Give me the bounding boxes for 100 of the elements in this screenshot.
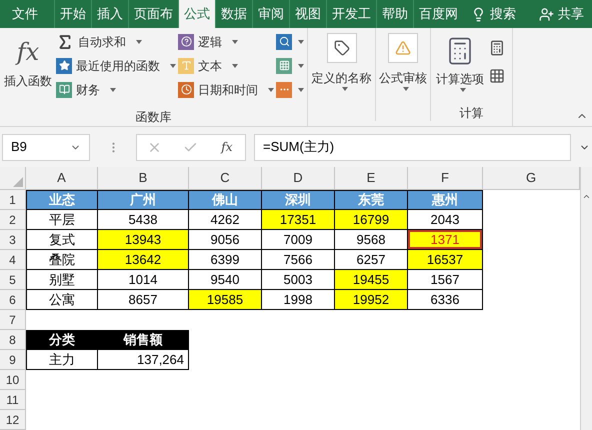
table-cell: 9056 xyxy=(189,230,262,250)
fx-icon: fx xyxy=(12,32,44,72)
table-cell: 6336 xyxy=(408,290,483,310)
table-cell: 8657 xyxy=(98,290,189,310)
table-cell: 16799 xyxy=(335,210,408,230)
table-cell: 业态 xyxy=(26,190,98,210)
text-book-icon xyxy=(178,58,194,74)
math-book-icon xyxy=(276,58,292,74)
table-cell: 6399 xyxy=(189,250,262,270)
column-header[interactable]: B xyxy=(98,167,189,189)
table-cell: 6257 xyxy=(335,250,408,270)
column-header[interactable]: F xyxy=(408,167,483,189)
share-button[interactable]: 共享 xyxy=(539,0,584,28)
table-cell: 2043 xyxy=(408,210,483,230)
vertical-scrollbar[interactable] xyxy=(580,167,592,430)
dropdown-caret-icon xyxy=(232,40,238,44)
defined-names-button[interactable]: 定义的名称 xyxy=(308,28,376,121)
table-cell: 4262 xyxy=(189,210,262,230)
row-header[interactable]: 6 xyxy=(0,290,26,310)
formula-auditing-button[interactable]: 公式审核 xyxy=(376,28,431,121)
row-header[interactable]: 7 xyxy=(0,310,26,330)
row-header[interactable]: 4 xyxy=(0,250,26,270)
table-cell: 5438 xyxy=(98,210,189,230)
row-header[interactable]: 11 xyxy=(0,390,26,410)
table-cell: 13642 xyxy=(98,250,189,270)
function-category-button[interactable] xyxy=(276,32,306,51)
dropdown-caret-icon xyxy=(403,87,409,91)
table-cell: 9540 xyxy=(189,270,262,290)
row-header[interactable]: 12 xyxy=(0,410,26,430)
table-cell: 复式 xyxy=(26,230,98,250)
table-cell: 主力 xyxy=(26,350,98,370)
table-cell: 1567 xyxy=(408,270,483,290)
table-cell: 叠院 xyxy=(26,250,98,270)
dropdown-caret-icon xyxy=(232,64,238,68)
function-category-button[interactable]: 逻辑 xyxy=(178,32,276,51)
table-cell: 1371 xyxy=(408,230,483,250)
function-category-button[interactable] xyxy=(276,80,306,99)
column-header[interactable]: C xyxy=(189,167,262,189)
table-cell: 佛山 xyxy=(189,190,262,210)
table-cell: 分类 xyxy=(26,330,98,350)
function-category-button[interactable] xyxy=(276,56,306,75)
table-cell: 17351 xyxy=(262,210,335,230)
row-header[interactable]: 2 xyxy=(0,210,26,230)
column-header[interactable]: D xyxy=(262,167,335,189)
ribbon-tab[interactable]: 公式 xyxy=(178,0,215,28)
formula-input[interactable]: =SUM(主力) xyxy=(254,134,571,160)
lightbulb-icon xyxy=(471,6,486,22)
name-box[interactable]: B9 xyxy=(2,134,90,160)
table-cell: 5003 xyxy=(262,270,335,290)
function-category-button[interactable]: 文本 xyxy=(178,56,276,75)
table-cell: 7009 xyxy=(262,230,335,250)
insert-function-button[interactable]: fx 插入函数 xyxy=(0,32,56,108)
tell-me-search[interactable]: 搜索 xyxy=(471,0,516,28)
table-cell: 19952 xyxy=(335,290,408,310)
table-cell: 1998 xyxy=(262,290,335,310)
dropdown-caret-icon xyxy=(298,40,304,44)
table-cell: 13943 xyxy=(98,230,189,250)
scroll-up-icon[interactable] xyxy=(582,192,591,201)
more-book-icon xyxy=(276,82,292,98)
group-label: 函数库 xyxy=(136,109,172,126)
table-cell: 东莞 xyxy=(335,190,408,210)
dropdown-caret-icon xyxy=(110,88,116,92)
table-cell: 16537 xyxy=(408,250,483,270)
dropdown-caret-icon xyxy=(342,87,348,91)
fx-icon[interactable]: fx xyxy=(219,139,235,155)
row-header[interactable]: 9 xyxy=(0,350,26,370)
table-cell: 平层 xyxy=(26,210,98,230)
table-cell: 137,264 xyxy=(98,350,189,370)
calculator-icon[interactable] xyxy=(489,40,505,56)
dropdown-caret-icon xyxy=(136,40,142,44)
row-header[interactable]: 8 xyxy=(0,330,26,350)
warning-icon xyxy=(388,33,418,63)
table-cell: 7566 xyxy=(262,250,335,270)
row-header[interactable]: 1 xyxy=(0,190,26,210)
calculation-options-button[interactable]: 计算选项 xyxy=(431,28,489,92)
star-book-icon xyxy=(56,58,72,74)
group-label: 计算 xyxy=(460,105,484,122)
column-header[interactable]: A xyxy=(26,167,98,189)
person-add-icon xyxy=(539,6,554,22)
sheet-calc-icon[interactable] xyxy=(489,68,505,84)
dropdown-caret-icon xyxy=(298,64,304,68)
function-category-button[interactable]: 自动求和 xyxy=(56,32,178,51)
table-cell: 1014 xyxy=(98,270,189,290)
table-cell: 惠州 xyxy=(408,190,483,210)
dropdown-caret-icon xyxy=(460,88,466,92)
table-cell: 19455 xyxy=(335,270,408,290)
ribbon-tab[interactable]: 文件 xyxy=(0,0,50,28)
table-cell: 深圳 xyxy=(262,190,335,210)
row-header[interactable]: 10 xyxy=(0,370,26,390)
table-cell: 9568 xyxy=(335,230,408,250)
column-header[interactable]: E xyxy=(335,167,408,189)
row-header[interactable]: 5 xyxy=(0,270,26,290)
table-cell: 别墅 xyxy=(26,270,98,290)
table-cell: 广州 xyxy=(98,190,189,210)
ledger-book-icon xyxy=(56,82,72,98)
dropdown-caret-icon xyxy=(298,88,304,92)
row-header[interactable]: 3 xyxy=(0,230,26,250)
function-category-button[interactable]: 财务 xyxy=(56,80,178,99)
clock-book-icon xyxy=(178,82,194,98)
table-cell: 公寓 xyxy=(26,290,98,310)
